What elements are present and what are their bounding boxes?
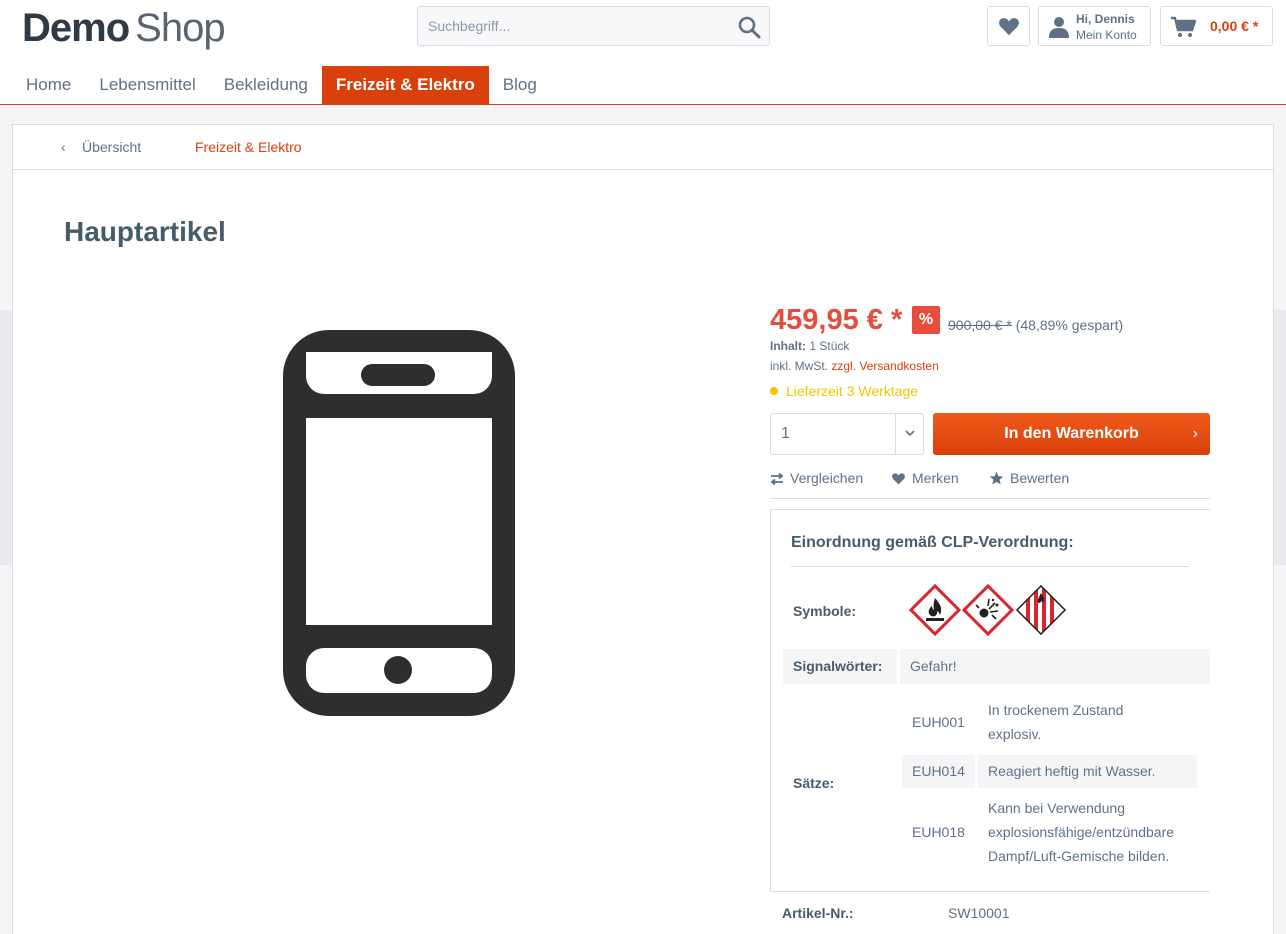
shipping-link[interactable]: zzgl. Versandkosten xyxy=(831,359,938,373)
heart-icon xyxy=(892,473,905,485)
signal-words-label: Signalwörter: xyxy=(793,658,883,674)
old-price: 900,00 € * (48,89% gespart) xyxy=(948,317,1123,333)
rate-button[interactable]: Bewerten xyxy=(989,470,1069,486)
tax-text: inkl. MwSt. xyxy=(770,359,829,373)
nav-item-home[interactable]: Home xyxy=(12,66,85,104)
chevron-left-icon[interactable]: ‹ xyxy=(61,139,66,155)
account-label: Mein Konto xyxy=(1076,28,1137,42)
discount-badge: % xyxy=(912,306,940,334)
article-number-value: SW10001 xyxy=(948,905,1010,921)
search-box xyxy=(417,6,770,46)
compare-label: Vergleichen xyxy=(790,470,864,486)
flammable-solid-pictogram-icon xyxy=(1015,584,1067,641)
delivery-status: Lieferzeit 3 Werktage xyxy=(770,383,918,399)
product-price: 459,95 € * xyxy=(770,304,903,336)
account-button[interactable]: Hi, Dennis Mein Konto xyxy=(1038,6,1151,46)
clp-classification-box: Einordnung gemäß CLP-Verordnung: Symbole… xyxy=(770,509,1210,892)
add-to-cart-label: In den Warenkorb xyxy=(1004,425,1139,442)
delivery-text: Lieferzeit 3 Werktage xyxy=(786,383,919,399)
flame-pictogram-icon xyxy=(908,583,962,641)
tax-info: inkl. MwSt. zzgl. Versandkosten xyxy=(770,359,939,373)
nav-item-lebensmittel[interactable]: Lebensmittel xyxy=(85,66,209,104)
statement-line: explosiv. xyxy=(988,726,1042,742)
signal-words-value: Gefahr! xyxy=(910,658,957,674)
statement-text: Reagiert heftig mit Wasser. xyxy=(988,763,1156,779)
chevron-down-icon xyxy=(903,426,917,445)
smartphone-icon xyxy=(281,330,517,722)
cart-amount: 0,00 € * xyxy=(1210,18,1259,34)
shop-logo[interactable]: Demo Shop xyxy=(22,6,226,51)
breadcrumb-category-link[interactable]: Freizeit & Elektro xyxy=(195,139,302,155)
remember-label: Merken xyxy=(912,470,959,486)
article-number-label: Artikel-Nr.: xyxy=(782,905,854,921)
statement-code: EUH014 xyxy=(912,763,965,779)
star-icon xyxy=(989,471,1004,485)
statement-line: In trockenem Zustand xyxy=(988,702,1124,718)
nav-item-bekleidung[interactable]: Bekleidung xyxy=(210,66,322,104)
quantity-select[interactable]: 1 xyxy=(770,413,924,455)
search-input[interactable] xyxy=(418,7,718,45)
statement-code: EUH018 xyxy=(912,824,965,840)
rate-label: Bewerten xyxy=(1010,470,1070,486)
saved-percent: (48,89% gespart) xyxy=(1015,317,1124,333)
divider xyxy=(791,566,1189,567)
exploding-bomb-pictogram-icon xyxy=(961,583,1015,641)
product-image[interactable] xyxy=(281,328,517,723)
statement-text: In trockenem Zustand explosiv. xyxy=(988,698,1123,746)
statement-code: EUH001 xyxy=(912,714,965,730)
select-divider xyxy=(895,414,896,454)
back-to-overview-link[interactable]: Übersicht xyxy=(82,139,141,155)
statement-line: explosionsfähige/entzündbare xyxy=(988,824,1175,840)
status-dot xyxy=(770,387,778,395)
logo-demo: Demo xyxy=(22,6,130,50)
cart-button[interactable]: 0,00 € * xyxy=(1160,6,1273,46)
content-info: Inhalt: 1 Stück xyxy=(770,339,849,353)
site-header: DemoShop Hi, Dennis Mein Konto 0,00 € * … xyxy=(0,0,1286,105)
old-price-value: 900,00 € * xyxy=(948,317,1012,333)
chevron-right-icon: › xyxy=(1192,425,1198,442)
statements-label: Sätze: xyxy=(793,775,835,791)
nav-item-blog[interactable]: Blog xyxy=(489,66,551,104)
clp-title: Einordnung gemäß CLP-Verordnung: xyxy=(791,534,1074,551)
compare-icon xyxy=(770,472,784,486)
main-navigation: Home Lebensmittel Bekleidung Freizeit & … xyxy=(12,66,551,104)
content-label: Inhalt: xyxy=(770,339,806,353)
content-value: 1 Stück xyxy=(809,339,850,353)
product-title: Hauptartikel xyxy=(64,216,226,247)
wishlist-button[interactable] xyxy=(987,6,1030,46)
add-to-cart-button[interactable]: In den Warenkorb › xyxy=(933,413,1210,455)
remember-button[interactable]: Merken xyxy=(891,470,959,486)
statement-line: Dampf/Luft-Gemische bilden. xyxy=(988,848,1170,864)
compare-button[interactable]: Vergleichen xyxy=(770,470,863,486)
logo-shop: Shop xyxy=(135,6,225,50)
search-icon[interactable] xyxy=(737,15,761,39)
nav-item-freizeit-elektro[interactable]: Freizeit & Elektro xyxy=(321,66,489,104)
quantity-value: 1 xyxy=(781,425,790,442)
account-greeting: Hi, Dennis xyxy=(1076,12,1135,26)
product-actions: Vergleichen Merken Bewerten xyxy=(770,468,1210,499)
statement-line: Kann bei Verwendung xyxy=(988,800,1125,816)
symbols-label: Symbole: xyxy=(793,603,857,619)
statement-text: Kann bei Verwendung explosionsfähige/entz… xyxy=(988,796,1174,868)
breadcrumb: ‹ Übersicht Freizeit & Elektro xyxy=(13,125,1273,170)
